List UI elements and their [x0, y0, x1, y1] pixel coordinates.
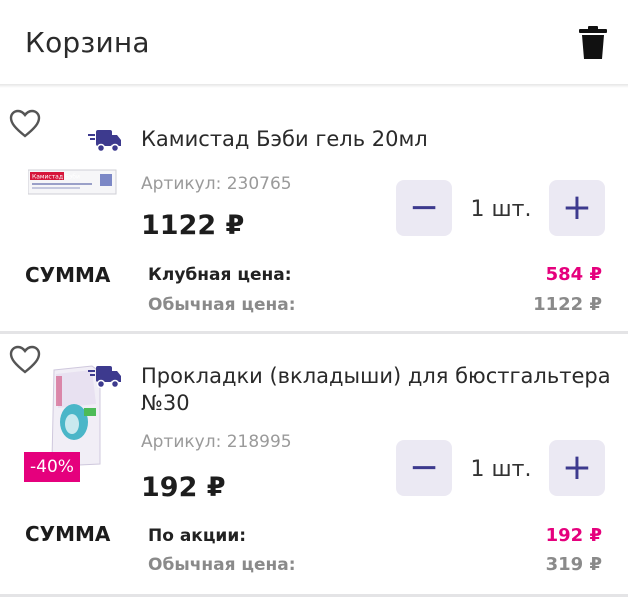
page-title: Корзина	[25, 26, 150, 59]
sum-label: СУММА	[25, 522, 111, 546]
product-price: 192 ₽	[141, 472, 226, 503]
app-header: Корзина	[0, 0, 628, 86]
quantity-value: 1 шт.	[470, 457, 532, 482]
product-image[interactable]: Камистад Бэби	[28, 168, 118, 198]
product-sku: Артикул: 230765	[141, 174, 292, 194]
cart-item: -40% Прокладки (вкладыши) для бюстгальте…	[0, 334, 628, 582]
product-price: 1122 ₽	[141, 210, 245, 241]
minus-icon: −	[408, 187, 440, 228]
promo-price-value: 192 ₽	[545, 525, 602, 546]
promo-price-label: По акции:	[148, 526, 247, 546]
plus-icon: +	[561, 447, 593, 488]
increase-qty-button[interactable]: +	[549, 180, 605, 236]
heart-icon[interactable]	[9, 108, 41, 140]
sum-label: СУММА	[25, 263, 111, 287]
product-sku: Артикул: 218995	[141, 432, 292, 452]
plus-icon: +	[561, 187, 593, 228]
heart-icon[interactable]	[9, 344, 41, 376]
discount-badge: -40%	[24, 452, 80, 482]
regular-price-value: 319 ₽	[545, 554, 602, 575]
regular-price-label: Обычная цена:	[148, 555, 296, 575]
product-name[interactable]: Прокладки (вкладыши) для бюстгальтера №3…	[141, 363, 611, 417]
trash-icon[interactable]	[578, 26, 608, 60]
decrease-qty-button[interactable]: −	[396, 180, 452, 236]
product-name[interactable]: Камистад Бэби гель 20мл	[141, 126, 611, 153]
quantity-value: 1 шт.	[470, 197, 532, 222]
club-price-label: Клубная цена:	[148, 265, 292, 285]
regular-price-value: 1122 ₽	[533, 294, 602, 315]
club-price-value: 584 ₽	[545, 264, 602, 285]
decrease-qty-button[interactable]: −	[396, 440, 452, 496]
item-divider	[0, 594, 628, 597]
minus-icon: −	[408, 447, 440, 488]
delivery-truck-icon	[88, 366, 121, 389]
delivery-truck-icon	[88, 130, 121, 153]
cart-item: Камистад Бэби Камистад Бэби гель 20мл Ар…	[0, 88, 628, 336]
svg-text:Камистад Бэби: Камистад Бэби	[32, 174, 80, 181]
increase-qty-button[interactable]: +	[549, 440, 605, 496]
regular-price-label: Обычная цена:	[148, 295, 296, 315]
